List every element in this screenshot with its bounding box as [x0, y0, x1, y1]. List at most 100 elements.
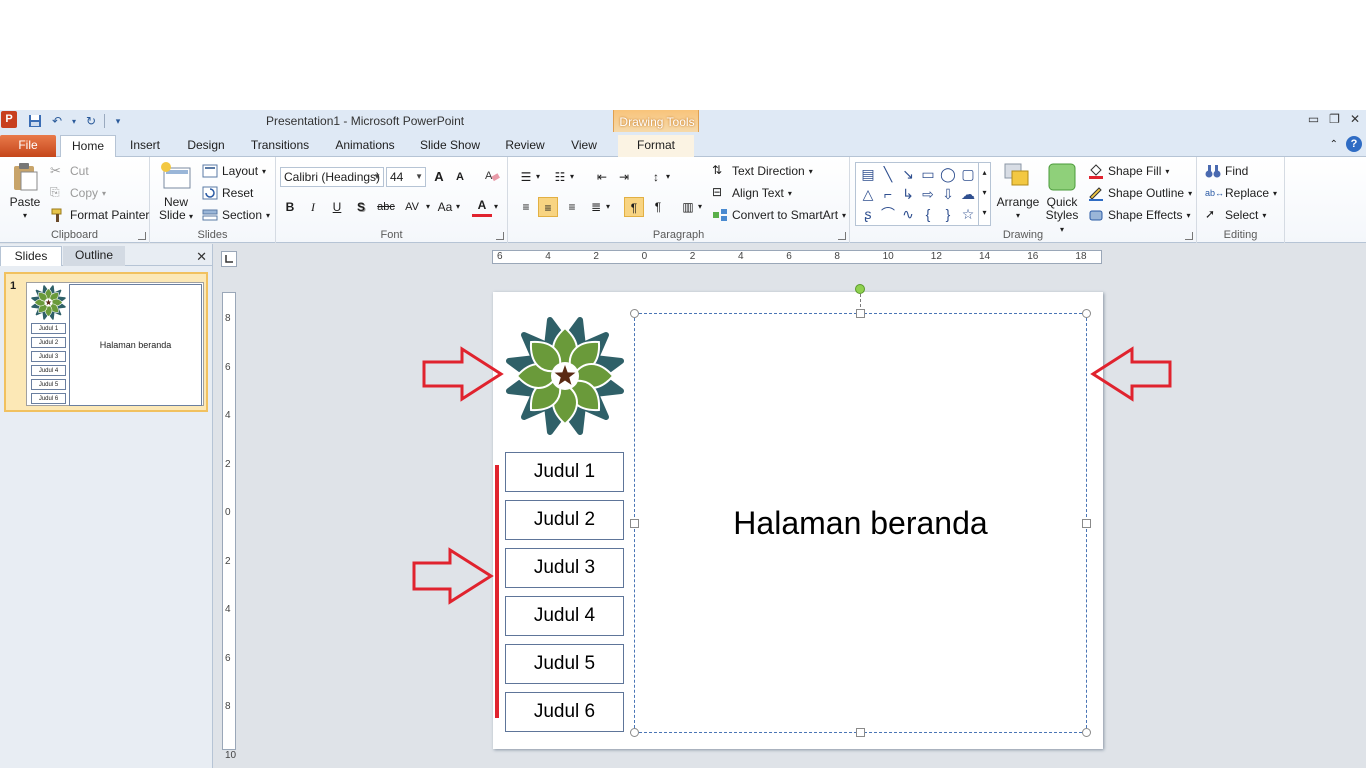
minimize-icon[interactable]: ▭ — [1308, 112, 1319, 126]
horizontal-ruler[interactable]: 6 4 2 0 2 4 6 8 10 12 14 16 18 — [492, 250, 1102, 264]
font-name-dropdown-icon[interactable]: ▼ — [373, 168, 381, 186]
arrange-button[interactable]: Arrange ▾ — [996, 161, 1040, 222]
increase-indent-icon[interactable]: ⇥ — [614, 167, 634, 187]
clipboard-dialog-launcher[interactable] — [138, 232, 146, 240]
star-shape-icon[interactable]: ☆ — [958, 204, 978, 224]
decrease-indent-icon[interactable]: ⇤ — [592, 167, 612, 187]
selected-title-textbox[interactable]: Halaman beranda — [634, 313, 1087, 733]
redo-icon[interactable]: ↻ — [82, 112, 100, 130]
shapes-gallery-scroll[interactable]: ▴ ▾ ▾ — [978, 163, 990, 225]
ruler-tab-selector[interactable] — [221, 251, 237, 267]
strikethrough-button[interactable]: abc — [373, 197, 399, 217]
powerpoint-app-icon[interactable]: P — [1, 111, 17, 128]
text-direction-button[interactable]: ⇅ Text Direction ▾ — [712, 163, 813, 179]
paste-dropdown-icon[interactable]: ▾ — [6, 209, 44, 222]
section-button[interactable]: Section ▾ — [202, 207, 270, 223]
resize-handle-bottom-right[interactable] — [1082, 728, 1091, 737]
bullets-icon[interactable]: ☰ — [516, 167, 536, 187]
font-name-combo[interactable]: Calibri (Headings) ▼ — [280, 167, 384, 187]
help-icon[interactable]: ? — [1346, 136, 1362, 152]
reset-button[interactable]: Reset — [202, 185, 253, 201]
align-left-icon[interactable]: ≡ — [516, 197, 536, 217]
resize-handle-bottom[interactable] — [856, 728, 865, 737]
resize-handle-top-right[interactable] — [1082, 309, 1091, 318]
numbering-dropdown-icon[interactable]: ▾ — [568, 167, 576, 187]
elbow-connector-shape-icon[interactable]: ⌐ — [878, 184, 898, 204]
paste-button[interactable]: Paste ▾ — [6, 161, 44, 222]
shape-fill-button[interactable]: Shape Fill ▾ — [1088, 163, 1169, 179]
grow-font-button[interactable]: A — [429, 167, 449, 187]
customize-qat-icon[interactable]: ▾ — [109, 112, 127, 130]
freeform-shape-icon[interactable]: ʂ — [858, 204, 878, 224]
underline-button[interactable]: U — [327, 197, 347, 217]
rotation-handle[interactable] — [855, 284, 865, 294]
shapes-gallery[interactable]: ▤ ╲ ↘ ▭ ◯ ▢ △ ⌐ ↳ ⇨ ⇩ ☁ ʂ ⌒ ∿ { } ☆ ▴ ▾ ▾ — [855, 162, 991, 226]
tab-format[interactable]: Format — [618, 135, 694, 157]
columns-dropdown-icon[interactable]: ▾ — [696, 197, 704, 217]
shape-outline-button[interactable]: Shape Outline ▾ — [1088, 185, 1192, 201]
resize-handle-top[interactable] — [856, 309, 865, 318]
rounded-rectangle-shape-icon[interactable]: ▢ — [958, 164, 978, 184]
flower-logo-image[interactable] — [503, 314, 627, 438]
new-slide-dropdown-icon[interactable]: ▾ — [189, 212, 193, 221]
pane-tab-slides[interactable]: Slides — [0, 246, 62, 266]
bullets-dropdown-icon[interactable]: ▾ — [534, 167, 542, 187]
new-slide-button[interactable]: New Slide ▾ — [156, 161, 196, 223]
tab-review[interactable]: Review — [500, 135, 550, 157]
ltr-direction-icon[interactable]: ¶ — [624, 197, 644, 217]
change-case-dropdown-icon[interactable]: ▾ — [454, 197, 462, 217]
rtl-direction-icon[interactable]: ¶ — [648, 197, 668, 217]
align-text-button[interactable]: ⊟ Align Text ▾ — [712, 185, 792, 201]
curve-shape-icon[interactable]: ⌒ — [878, 204, 898, 224]
elbow-arrow-shape-icon[interactable]: ↳ — [898, 184, 918, 204]
right-arrow-shape-icon[interactable]: ⇨ — [918, 184, 938, 204]
undo-icon[interactable]: ↶ — [48, 112, 66, 130]
pane-tab-outline[interactable]: Outline — [63, 246, 125, 266]
slide-thumbnail[interactable]: Judul 1 Judul 2 Judul 3 Judul 4 Judul 5 … — [26, 282, 204, 406]
restore-icon[interactable]: ❐ — [1329, 112, 1340, 126]
drawing-dialog-launcher[interactable] — [1185, 232, 1193, 240]
tab-home[interactable]: Home — [60, 135, 116, 158]
columns-icon[interactable]: ▥ — [678, 197, 698, 217]
tab-slide-show[interactable]: Slide Show — [416, 135, 484, 157]
judul-box-1[interactable]: Judul 1 — [505, 452, 624, 492]
align-right-icon[interactable]: ≡ — [562, 197, 582, 217]
line-shape-icon[interactable]: ╲ — [878, 164, 898, 184]
bold-button[interactable]: B — [280, 197, 300, 217]
find-button[interactable]: Find — [1205, 163, 1248, 179]
judul-box-3[interactable]: Judul 3 — [505, 548, 624, 588]
line-spacing-dropdown-icon[interactable]: ▾ — [664, 167, 672, 187]
character-spacing-button[interactable]: AV — [401, 197, 423, 217]
cloud-shape-icon[interactable]: ☁ — [958, 184, 978, 204]
copy-button[interactable]: ⎘ Copy ▾ — [50, 185, 106, 201]
shape-effects-button[interactable]: Shape Effects ▾ — [1088, 207, 1191, 223]
triangle-shape-icon[interactable]: △ — [858, 184, 878, 204]
font-color-button[interactable]: A — [472, 197, 492, 217]
judul-box-2[interactable]: Judul 2 — [505, 500, 624, 540]
tab-transitions[interactable]: Transitions — [246, 135, 314, 157]
tab-design[interactable]: Design — [182, 135, 230, 157]
text-shadow-button[interactable]: S — [351, 197, 371, 217]
justify-icon[interactable]: ≣ — [586, 197, 606, 217]
resize-handle-right[interactable] — [1082, 519, 1091, 528]
select-button[interactable]: ➚ Select ▾ — [1205, 207, 1266, 223]
oval-shape-icon[interactable]: ◯ — [938, 164, 958, 184]
text-box-shape-icon[interactable]: ▤ — [858, 164, 878, 184]
undo-dropdown-icon[interactable]: ▾ — [70, 112, 78, 130]
line-spacing-icon[interactable]: ↕ — [646, 167, 666, 187]
close-pane-icon[interactable]: ✕ — [196, 249, 207, 265]
minimize-ribbon-icon[interactable]: ⌃ — [1330, 139, 1338, 150]
format-painter-button[interactable]: Format Painter — [50, 207, 149, 223]
arrow-line-shape-icon[interactable]: ↘ — [898, 164, 918, 184]
slide-thumbnail-selected[interactable]: 1 Judul 1 Judul 2 Judul 3 Judul 4 Judul … — [4, 272, 208, 412]
close-icon[interactable]: ✕ — [1350, 112, 1360, 126]
scribble-shape-icon[interactable]: ∿ — [898, 204, 918, 224]
convert-smartart-button[interactable]: Convert to SmartArt ▾ — [712, 207, 846, 223]
left-brace-shape-icon[interactable]: { — [918, 204, 938, 224]
font-size-dropdown-icon[interactable]: ▼ — [415, 168, 423, 186]
numbering-icon[interactable]: ☷ — [550, 167, 570, 187]
judul-box-4[interactable]: Judul 4 — [505, 596, 624, 636]
tab-file[interactable]: File — [0, 135, 56, 157]
slide-canvas[interactable]: Judul 1 Judul 2 Judul 3 Judul 4 Judul 5 … — [493, 284, 1103, 749]
replace-button[interactable]: ab↔ Replace ▾ — [1205, 185, 1277, 201]
